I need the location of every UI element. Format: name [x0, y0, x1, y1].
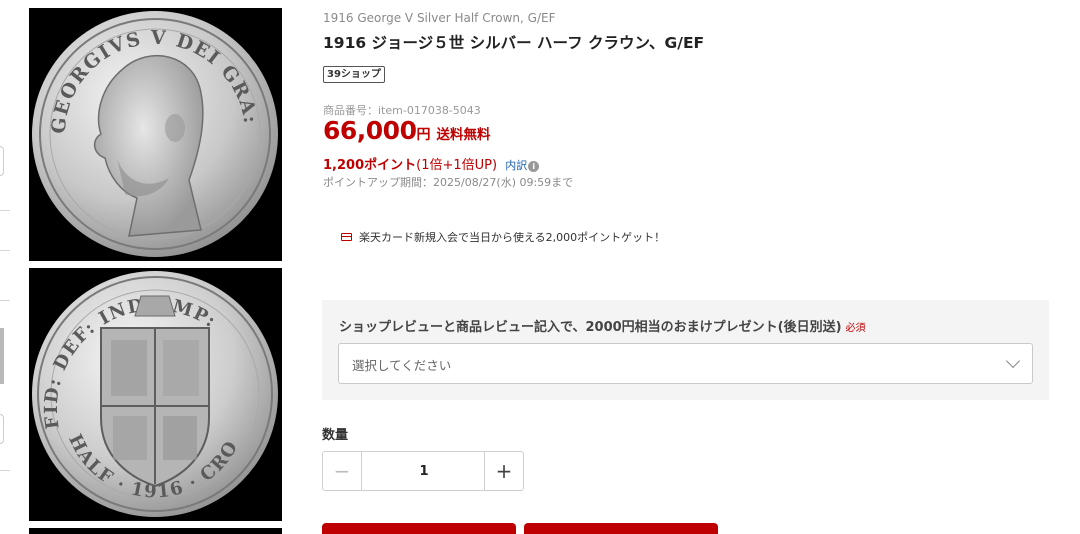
- price-amount: 66,000: [323, 116, 417, 145]
- option-panel: ショップレビューと商品レビュー記入で、2000円相当のおまけプレゼント(後日別送…: [322, 300, 1049, 400]
- card-promo-link[interactable]: 楽天カード新規入会で当日から使える2,000ポイントゲット！: [341, 229, 665, 245]
- option-select[interactable]: 選択してください: [338, 343, 1033, 384]
- divider: [0, 250, 10, 251]
- price: 66,000円 送料無料: [323, 116, 490, 148]
- quantity-increase-button[interactable]: +: [484, 452, 523, 490]
- thumbnail-scroll-button[interactable]: [0, 146, 4, 176]
- free-shipping-label: 送料無料: [436, 127, 491, 143]
- points-period: ポイントアップ期間：2025/08/27(水) 09:59まで: [323, 176, 574, 189]
- points-breakdown-link[interactable]: 内訳 i: [505, 159, 540, 172]
- shop-badge: 39ショップ: [323, 66, 385, 83]
- buy-now-button[interactable]: [524, 523, 718, 534]
- chevron-down-icon: [1005, 353, 1021, 369]
- info-icon[interactable]: i: [528, 161, 540, 172]
- option-label-text: ショップレビューと商品レビュー記入で、2000円相当のおまけプレゼント(後日別送…: [339, 320, 842, 335]
- product-image-reverse[interactable]: FID: DEF: IND: IMP: HALF · 1916 · CROWN: [29, 268, 282, 521]
- divider: [0, 300, 10, 301]
- points-amount: 1,200ポイント: [323, 158, 417, 173]
- card-promo-text: 楽天カード新規入会で当日から使える2,000ポイントゲット！: [359, 231, 666, 244]
- points-multiplier: (1倍+1倍UP): [416, 158, 498, 173]
- product-title: 1916 ジョージ５世 シルバー ハーフ クラウン、G/EF: [323, 34, 705, 52]
- thumbnail-rail-edge: [0, 0, 14, 534]
- quantity-stepper: − +: [322, 451, 524, 491]
- product-image-third[interactable]: [29, 528, 282, 534]
- add-to-cart-button[interactable]: [322, 523, 516, 534]
- points-info: 1,200ポイント(1倍+1倍UP) 内訳 i: [323, 154, 540, 173]
- points-breakdown-label: 内訳: [505, 159, 528, 172]
- quantity-label: 数量: [322, 428, 349, 443]
- option-label: ショップレビューと商品レビュー記入で、2000円相当のおまけプレゼント(後日別送…: [339, 316, 866, 335]
- option-select-placeholder: 選択してください: [352, 358, 452, 373]
- thumbnail-scroll-button[interactable]: [0, 414, 4, 444]
- divider: [0, 470, 10, 471]
- quantity-decrease-button[interactable]: −: [323, 452, 362, 490]
- quantity-input[interactable]: [363, 452, 485, 490]
- divider: [0, 210, 10, 211]
- product-title-en: 1916 George V Silver Half Crown, G/EF: [323, 11, 556, 25]
- product-image-obverse[interactable]: GEORGIVS V DEI GRA: BRITT: OMN: REX: [29, 8, 282, 261]
- required-badge: 必須: [845, 323, 866, 334]
- credit-card-icon: [341, 233, 352, 241]
- price-unit: 円: [416, 127, 431, 143]
- thumbnail-image[interactable]: [0, 328, 4, 384]
